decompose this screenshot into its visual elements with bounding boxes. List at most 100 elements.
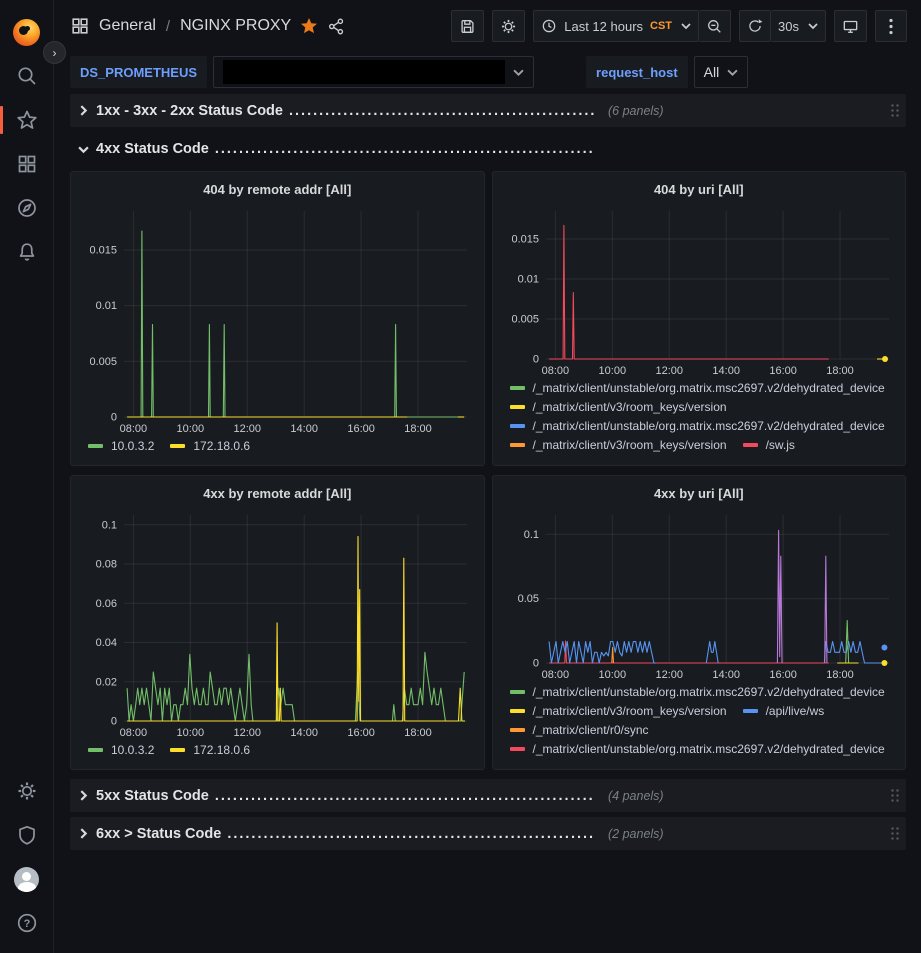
- chevron-right-icon: [78, 828, 89, 839]
- sidebar-item-configuration[interactable]: [0, 769, 54, 813]
- legend-item[interactable]: /sw.js: [743, 438, 795, 452]
- sidebar-expand-button[interactable]: ›: [43, 41, 66, 64]
- legend-label: 172.18.0.6: [193, 743, 250, 757]
- dashboard-settings-button[interactable]: [492, 10, 525, 42]
- row-6xx[interactable]: 6xx > Status Code ......................…: [70, 817, 906, 850]
- variable-ds-prometheus-select[interactable]: [213, 56, 534, 88]
- time-range-picker[interactable]: Last 12 hours CST: [533, 10, 699, 42]
- legend-item[interactable]: 172.18.0.6: [170, 743, 250, 757]
- variables-bar: DS_PROMETHEUS request_host All: [54, 52, 921, 92]
- breadcrumb-section[interactable]: General: [99, 17, 156, 35]
- svg-text:14:00: 14:00: [290, 727, 318, 739]
- sidebar-item-profile[interactable]: [0, 857, 54, 901]
- bell-icon: [16, 241, 38, 263]
- panel-404-by-remote-addr: 404 by remote addr [All] 08:0010:0012:00…: [70, 171, 485, 466]
- svg-text:0: 0: [532, 354, 538, 366]
- svg-text:18:00: 18:00: [826, 669, 854, 681]
- breadcrumb: General / NGINX PROXY: [70, 16, 346, 36]
- row-title: 1xx - 3xx - 2xx Status Code: [96, 103, 283, 119]
- chevron-down-icon: [727, 68, 738, 77]
- sidebar-item-starred[interactable]: [0, 98, 54, 142]
- row-panel-count: (4 panels): [608, 789, 664, 803]
- svg-text:0: 0: [111, 716, 117, 728]
- svg-text:14:00: 14:00: [712, 669, 740, 681]
- zoom-out-time-button[interactable]: [699, 10, 731, 42]
- svg-text:18:00: 18:00: [826, 365, 854, 377]
- legend-item[interactable]: /_matrix/client/unstable/org.matrix.msc2…: [510, 685, 885, 699]
- grafana-app: ? › General / NGINX PROXY: [0, 0, 921, 953]
- sidebar-item-alerting[interactable]: [0, 230, 54, 274]
- chevron-down-icon: [808, 22, 818, 30]
- legend-swatch: [510, 690, 525, 694]
- legend-swatch: [510, 386, 525, 390]
- sidebar-item-dashboards[interactable]: [0, 142, 54, 186]
- svg-text:08:00: 08:00: [120, 727, 148, 739]
- variable-request-host-label[interactable]: request_host: [586, 56, 688, 88]
- legend: 10.0.3.2 172.18.0.6: [78, 437, 477, 465]
- legend-label: /_matrix/client/r0/sync: [533, 723, 649, 737]
- panel-title[interactable]: 4xx by remote addr [All]: [78, 481, 477, 507]
- row-title: 5xx Status Code: [96, 788, 209, 804]
- legend-item[interactable]: /_matrix/client/unstable/org.matrix.msc2…: [510, 381, 885, 395]
- row-dot-leader: ........................................…: [227, 826, 594, 842]
- svg-text:08:00: 08:00: [541, 365, 569, 377]
- panel-4xx-by-uri: 4xx by uri [All] 08:0010:0012:0014:0016:…: [492, 475, 907, 770]
- row-drag-handle[interactable]: [890, 788, 900, 803]
- refresh-button[interactable]: [739, 10, 771, 42]
- panel-title[interactable]: 404 by remote addr [All]: [78, 177, 477, 203]
- chart-404-by-uri[interactable]: 08:0010:0012:0014:0016:0018:0000.0050.01…: [500, 203, 899, 379]
- svg-text:0.005: 0.005: [89, 356, 117, 368]
- sidebar-item-explore[interactable]: [0, 186, 54, 230]
- legend-item[interactable]: /_matrix/client/unstable/org.matrix.msc2…: [510, 419, 885, 433]
- sidebar-item-server-admin[interactable]: [0, 813, 54, 857]
- chevron-down-icon: [681, 22, 691, 30]
- legend-item[interactable]: 172.18.0.6: [170, 439, 250, 453]
- legend-item[interactable]: /_matrix/client/unstable/org.matrix.msc2…: [510, 742, 885, 756]
- search-icon: [16, 65, 38, 87]
- svg-text:0.1: 0.1: [102, 519, 117, 531]
- row-1xx-3xx-2xx[interactable]: 1xx - 3xx - 2xx Status Code ............…: [70, 94, 906, 127]
- legend-item[interactable]: 10.0.3.2: [88, 439, 154, 453]
- more-options-button[interactable]: [875, 10, 907, 42]
- share-icon[interactable]: [327, 17, 346, 36]
- legend-item[interactable]: /api/live/ws: [743, 704, 825, 718]
- svg-text:0.02: 0.02: [96, 676, 117, 688]
- gear-icon: [500, 18, 517, 35]
- legend-label: /_matrix/client/unstable/org.matrix.msc2…: [533, 742, 885, 756]
- time-series-plot: 08:0010:0012:0014:0016:0018:0000.0050.01…: [500, 203, 899, 379]
- svg-text:14:00: 14:00: [290, 423, 318, 435]
- chart-4xx-by-remote-addr[interactable]: 08:0010:0012:0014:0016:0018:0000.020.040…: [78, 507, 477, 741]
- row-4xx[interactable]: 4xx Status Code ........................…: [70, 136, 906, 162]
- variable-request-host-select[interactable]: All: [694, 56, 749, 88]
- panel-title[interactable]: 4xx by uri [All]: [500, 481, 899, 507]
- page-title[interactable]: NGINX PROXY: [180, 17, 291, 35]
- legend-label: /sw.js: [766, 438, 795, 452]
- legend-swatch: [88, 748, 103, 752]
- chart-404-by-remote-addr[interactable]: 08:0010:0012:0014:0016:0018:0000.0050.01…: [78, 203, 477, 437]
- svg-text:18:00: 18:00: [404, 423, 432, 435]
- save-dashboard-button[interactable]: [451, 10, 484, 42]
- row-drag-handle[interactable]: [890, 103, 900, 118]
- row-drag-handle[interactable]: [890, 826, 900, 841]
- zoom-out-icon: [706, 18, 723, 35]
- svg-text:12:00: 12:00: [655, 365, 683, 377]
- legend-item[interactable]: 10.0.3.2: [88, 743, 154, 757]
- panel-title[interactable]: 404 by uri [All]: [500, 177, 899, 203]
- favorite-star-icon[interactable]: [300, 17, 318, 35]
- legend-item[interactable]: /_matrix/client/v3/room_keys/version: [510, 704, 727, 718]
- svg-text:0.01: 0.01: [96, 300, 117, 312]
- sidebar-item-help[interactable]: ?: [0, 901, 54, 945]
- chart-4xx-by-uri[interactable]: 08:0010:0012:0014:0016:0018:0000.050.1: [500, 507, 899, 683]
- legend-item[interactable]: /_matrix/client/r0/sync: [510, 723, 649, 737]
- legend-item[interactable]: /_matrix/client/v3/room_keys/version: [510, 400, 727, 414]
- row-5xx[interactable]: 5xx Status Code ........................…: [70, 779, 906, 812]
- legend-label: /_matrix/client/unstable/org.matrix.msc2…: [533, 419, 885, 433]
- svg-text:0.005: 0.005: [511, 314, 539, 326]
- svg-text:0.06: 0.06: [96, 598, 117, 610]
- cycle-view-mode-button[interactable]: [834, 10, 867, 42]
- legend-label: /api/live/ws: [766, 704, 825, 718]
- legend-item[interactable]: /_matrix/client/v3/room_keys/version: [510, 438, 727, 452]
- variable-ds-prometheus-label[interactable]: DS_PROMETHEUS: [70, 56, 207, 88]
- legend-swatch: [88, 444, 103, 448]
- refresh-interval-picker[interactable]: 30s: [771, 10, 826, 42]
